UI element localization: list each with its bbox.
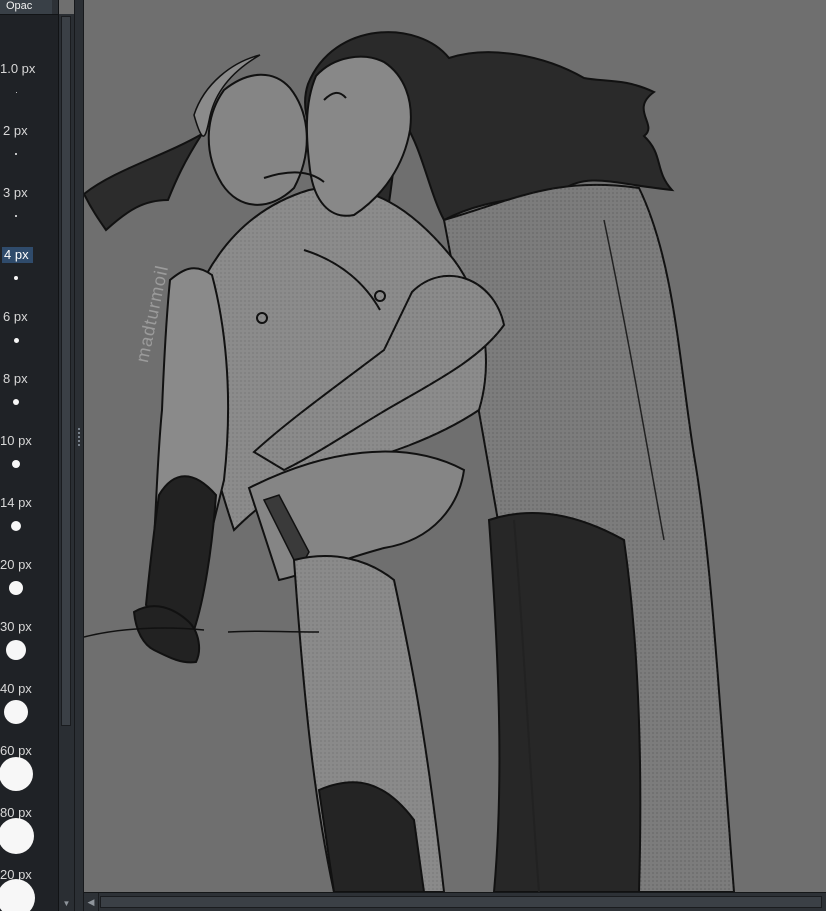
table-edge-line-right xyxy=(227,630,320,633)
brush-size-item[interactable]: 10 px xyxy=(0,430,58,492)
brush-size-item[interactable]: 60 px xyxy=(0,740,58,802)
scroll-down-icon[interactable]: ▼ xyxy=(59,897,74,911)
brush-preview-icon xyxy=(9,581,23,595)
brush-size-label: 6 px xyxy=(3,309,28,324)
brush-preview-icon xyxy=(0,757,33,791)
vertical-scroll-thumb[interactable] xyxy=(61,16,71,726)
brush-size-item[interactable]: 6 px xyxy=(0,306,58,368)
brush-size-label: 60 px xyxy=(0,743,32,758)
brush-preview-icon xyxy=(15,153,17,155)
brush-preview-icon xyxy=(0,818,34,854)
brush-size-list: 1.0 px 2 px 3 px 4 px 6 px 8 px 10 px 14 px 20 p… xyxy=(0,58,58,911)
brush-size-label: 4 px xyxy=(2,247,33,263)
brush-size-item[interactable]: 20 px xyxy=(0,864,58,911)
panel-splitter[interactable] xyxy=(74,0,84,911)
drawing-canvas[interactable]: madturmoil xyxy=(84,0,826,892)
brush-size-label: 40 px xyxy=(0,681,32,696)
left-face xyxy=(207,73,308,206)
brush-size-item[interactable]: 4 px xyxy=(0,244,58,306)
brush-size-label: 20 px xyxy=(0,557,32,572)
brush-size-item[interactable]: 1.0 px xyxy=(0,58,58,120)
brush-size-label: 14 px xyxy=(0,495,32,510)
app-window: Opac ▼ 1.0 px 2 px 3 px 4 px 6 px 8 px 10 px 14… xyxy=(0,0,826,911)
brush-preview-icon xyxy=(11,521,21,531)
brush-preview-icon xyxy=(4,700,28,724)
brush-preview-icon xyxy=(15,215,17,217)
vertical-scrollbar[interactable]: ▼ xyxy=(58,14,74,911)
scroll-left-icon[interactable]: ◀ xyxy=(84,893,99,911)
artwork xyxy=(84,0,826,892)
brush-preview-icon xyxy=(0,879,35,911)
brush-size-label: 10 px xyxy=(0,433,32,448)
brush-preview-icon xyxy=(14,276,18,280)
brush-size-item[interactable]: 3 px xyxy=(0,182,58,244)
brush-size-item[interactable]: 8 px xyxy=(0,368,58,430)
splitter-handle-icon[interactable] xyxy=(78,428,80,446)
brush-size-item[interactable]: 80 px xyxy=(0,802,58,864)
brush-size-label: 30 px xyxy=(0,619,32,634)
brush-size-label: 8 px xyxy=(3,371,28,386)
brush-size-item[interactable]: 30 px xyxy=(0,616,58,678)
brush-size-item[interactable]: 40 px xyxy=(0,678,58,740)
brush-preview-icon xyxy=(13,337,19,343)
brush-preview-icon xyxy=(6,640,26,660)
brush-size-label: 1.0 px xyxy=(0,61,36,76)
brush-preview-icon xyxy=(15,91,17,93)
right-trousers xyxy=(487,511,642,892)
chevron-down-icon[interactable]: ▼ xyxy=(58,0,59,14)
brush-size-label: 3 px xyxy=(3,185,28,200)
brush-size-item[interactable]: 20 px xyxy=(0,554,58,616)
horizontal-scrollbar[interactable]: ◀ xyxy=(84,892,826,911)
brush-size-label: 2 px xyxy=(3,123,28,138)
panel-header: Opac xyxy=(0,0,58,15)
opacity-label[interactable]: Opac xyxy=(0,0,52,14)
horizontal-scroll-thumb[interactable] xyxy=(100,896,822,908)
brush-size-item[interactable]: 14 px xyxy=(0,492,58,554)
brush-preview-icon xyxy=(12,460,20,468)
brush-preview-icon xyxy=(13,399,19,405)
brush-size-panel: Opac ▼ 1.0 px 2 px 3 px 4 px 6 px 8 px 10 px 14… xyxy=(0,0,59,911)
brush-size-item[interactable]: 2 px xyxy=(0,120,58,182)
